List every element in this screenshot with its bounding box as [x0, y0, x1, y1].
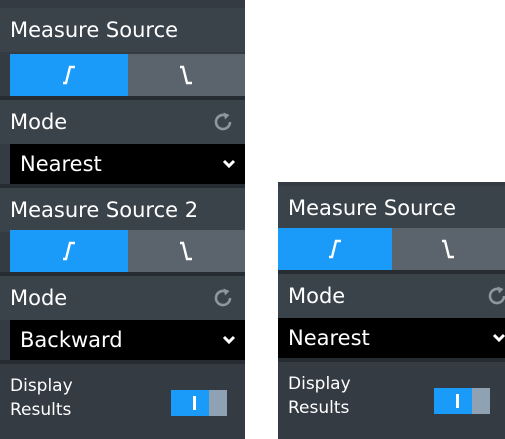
reset-icon[interactable]: [211, 110, 235, 134]
divider: [278, 358, 505, 362]
display-results-label: Display Results: [10, 374, 73, 422]
mode-dropdown[interactable]: Nearest: [278, 318, 505, 358]
mode-row-2: Mode: [0, 276, 245, 320]
measure-source-title: Measure Source: [0, 8, 245, 52]
measure-source-2-title: Measure Source 2: [0, 188, 245, 232]
toggle-on-indicator: [193, 396, 196, 410]
chevron-down-icon: [222, 335, 236, 345]
rising-edge-icon: [62, 65, 75, 85]
mode-dropdown[interactable]: Nearest: [10, 144, 245, 184]
rising-edge-icon: [328, 239, 341, 259]
measure-source-title: Measure Source: [278, 186, 505, 230]
mode-dropdown-value: Nearest: [288, 326, 370, 350]
display-results-label-line2: Results: [288, 398, 350, 418]
display-results-row: Display Results: [278, 364, 505, 434]
display-results-row: Display Results: [0, 366, 245, 436]
display-results-toggle[interactable]: [171, 390, 227, 416]
falling-edge-icon: [442, 239, 455, 259]
mode-dropdown-value: Backward: [20, 328, 123, 352]
mode-label: Mode: [10, 286, 68, 310]
edge-selector-2: [10, 230, 245, 272]
chevron-down-icon: [492, 333, 505, 343]
display-results-label-line2: Results: [10, 400, 72, 420]
mode-dropdown-value: Nearest: [20, 152, 102, 176]
mode-row: Mode: [0, 100, 245, 144]
mode-dropdown-2[interactable]: Backward: [10, 320, 245, 360]
measure-panel-right: Measure Source Mode Nearest Display Resu…: [278, 182, 505, 439]
edge-selector: [10, 54, 245, 96]
falling-edge-icon: [180, 241, 193, 261]
toggle-knob: [209, 390, 227, 416]
display-results-toggle[interactable]: [434, 388, 490, 414]
rising-edge-button[interactable]: [10, 54, 128, 96]
display-results-label-line1: Display: [288, 374, 351, 394]
falling-edge-icon: [180, 65, 193, 85]
rising-edge-button[interactable]: [278, 228, 392, 270]
display-results-label-line1: Display: [10, 376, 73, 396]
toggle-knob: [472, 388, 490, 414]
rising-edge-button[interactable]: [10, 230, 128, 272]
reset-icon[interactable]: [485, 284, 505, 308]
falling-edge-button[interactable]: [127, 54, 245, 96]
display-results-label: Display Results: [288, 372, 351, 420]
falling-edge-button[interactable]: [391, 228, 505, 270]
rising-edge-icon: [62, 241, 75, 261]
edge-selector: [278, 228, 505, 270]
falling-edge-button[interactable]: [127, 230, 245, 272]
chevron-down-icon: [222, 159, 236, 169]
mode-row: Mode: [278, 274, 505, 318]
measure-panel-left: Measure Source Mode Nearest Measure Sour…: [0, 0, 245, 439]
divider: [0, 360, 245, 364]
toggle-on-indicator: [456, 394, 459, 408]
reset-icon[interactable]: [211, 286, 235, 310]
mode-label: Mode: [10, 110, 68, 134]
mode-label: Mode: [288, 284, 346, 308]
